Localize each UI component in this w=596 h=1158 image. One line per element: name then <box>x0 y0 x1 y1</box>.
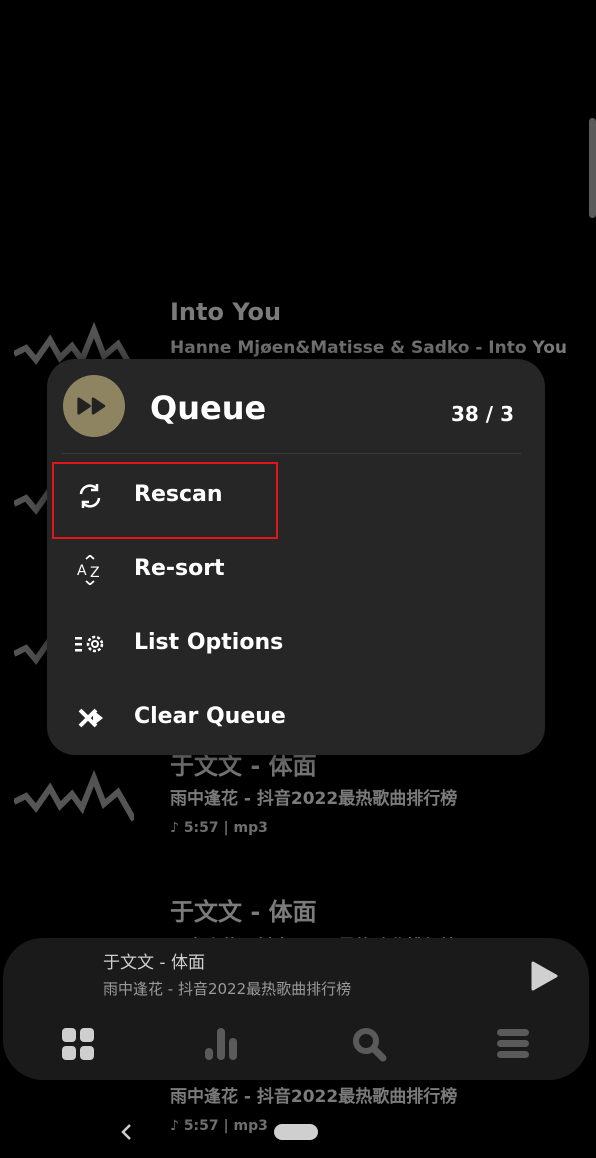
svg-text:Z: Z <box>90 565 100 581</box>
now-playing-title: 于文文 - 体面 <box>103 953 205 973</box>
list-options-icon <box>75 629 105 659</box>
track-subtitle: 雨中逢花 - 抖音2022最热歌曲排行榜 <box>170 1087 458 1107</box>
now-playing-bar[interactable]: 于文文 - 体面 雨中逢花 - 抖音2022最热歌曲排行榜 <box>3 938 589 1080</box>
resort-menu-item[interactable]: AZ Re-sort <box>47 533 545 607</box>
track-title: Into You <box>170 298 282 326</box>
list-options-menu-item[interactable]: List Options <box>47 607 545 681</box>
track-duration-format: 5:57 | mp3 <box>183 820 268 836</box>
menu-item-label: Re-sort <box>134 556 225 581</box>
home-pill[interactable] <box>274 1124 318 1140</box>
back-icon[interactable] <box>116 1120 136 1144</box>
svg-text:A: A <box>77 563 87 579</box>
scrollbar[interactable] <box>589 118 596 218</box>
search-icon[interactable] <box>351 1026 387 1062</box>
sort-az-icon: AZ <box>75 554 105 586</box>
play-icon[interactable] <box>529 960 559 992</box>
bar-chart-icon[interactable] <box>203 1026 239 1062</box>
music-note-icon: ♪ <box>170 820 179 836</box>
clear-queue-menu-item[interactable]: Clear Queue <box>47 681 545 755</box>
menu-item-label: List Options <box>134 630 284 655</box>
skip-forward-icon <box>63 375 125 437</box>
system-nav-bar <box>0 1110 596 1158</box>
divider <box>62 453 521 454</box>
queue-count: 38 / 3 <box>451 402 514 426</box>
track-meta: ♪ 5:57 | mp3 <box>170 820 268 836</box>
track-title: 于文文 - 体面 <box>170 898 317 926</box>
queue-title: Queue <box>150 389 267 427</box>
selection-highlight <box>52 462 278 539</box>
grid-icon[interactable] <box>60 1026 96 1062</box>
waveform-icon <box>12 768 137 832</box>
track-subtitle: 雨中逢花 - 抖音2022最热歌曲排行榜 <box>170 789 458 809</box>
track-subtitle: Hanne Mjøen&Matisse & Sadko - Into You <box>170 338 567 358</box>
clear-queue-icon <box>75 703 105 733</box>
queue-menu: Queue 38 / 3 Rescan AZ Re-sort List Opti… <box>47 359 545 755</box>
now-playing-subtitle: 雨中逢花 - 抖音2022最热歌曲排行榜 <box>103 980 352 998</box>
menu-icon[interactable] <box>495 1026 531 1062</box>
menu-item-label: Clear Queue <box>134 704 286 729</box>
